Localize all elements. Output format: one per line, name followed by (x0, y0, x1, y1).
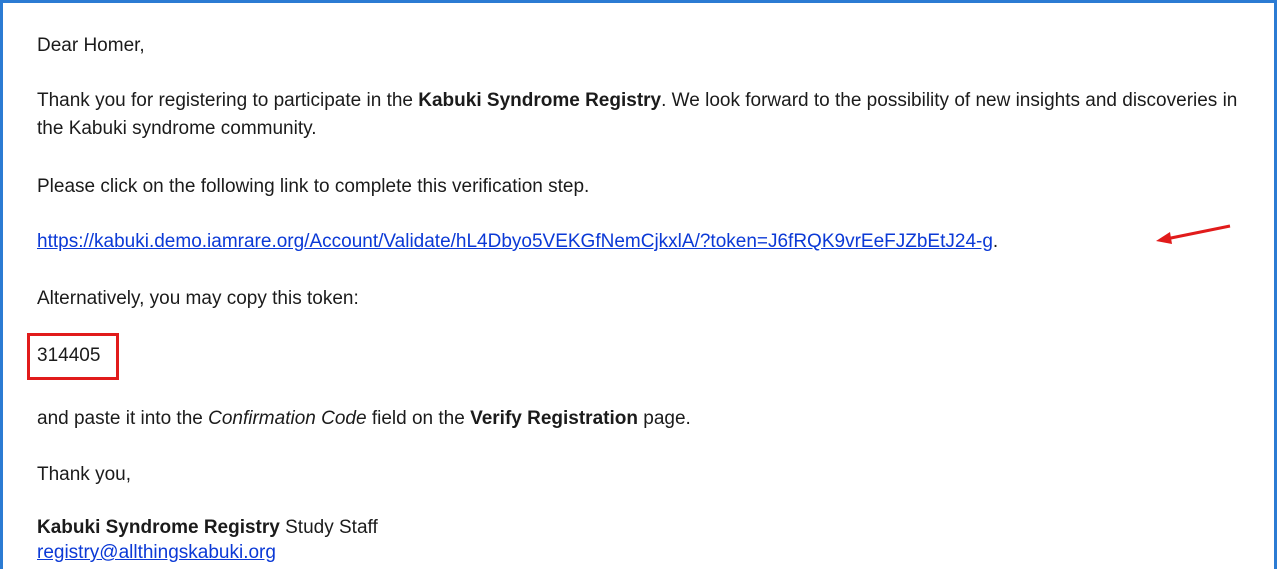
email-frame: Dear Homer, Thank you for registering to… (0, 0, 1277, 569)
intro-paragraph: Thank you for registering to participate… (37, 87, 1267, 143)
signature-email-link[interactable]: registry@allthingskabuki.org (37, 542, 276, 563)
signature-email-line: registry@allthingskabuki.org (37, 541, 276, 565)
alternative-paragraph: Alternatively, you may copy this token: (37, 288, 359, 309)
closing: Thank you, (37, 464, 131, 485)
paste-text-middle: field on the (366, 408, 471, 429)
signature-registry-name: Kabuki Syndrome Registry (37, 517, 280, 538)
paste-instruction: and paste it into the Confirmation Code … (37, 407, 691, 431)
signature-staff: Study Staff (279, 517, 378, 538)
registry-name: Kabuki Syndrome Registry (418, 90, 662, 111)
red-arrow-annotation (1156, 224, 1231, 244)
confirmation-code-label: Confirmation Code (208, 408, 367, 429)
verify-link-line: https://kabuki.demo.iamrare.org/Account/… (37, 230, 998, 254)
token-code[interactable]: 314405 (37, 344, 100, 368)
signature-line: Kabuki Syndrome Registry Study Staff (37, 516, 378, 540)
paste-text-after: page. (637, 408, 691, 429)
verify-registration-label: Verify Registration (470, 408, 638, 429)
paste-text-before: and paste it into the (37, 408, 209, 429)
instruction-paragraph: Please click on the following link to co… (37, 176, 590, 197)
verify-link-period: . (992, 231, 999, 252)
verify-link[interactable]: https://kabuki.demo.iamrare.org/Account/… (37, 231, 993, 252)
greeting: Dear Homer, (37, 35, 145, 56)
intro-text-before: Thank you for registering to participate… (37, 90, 419, 111)
